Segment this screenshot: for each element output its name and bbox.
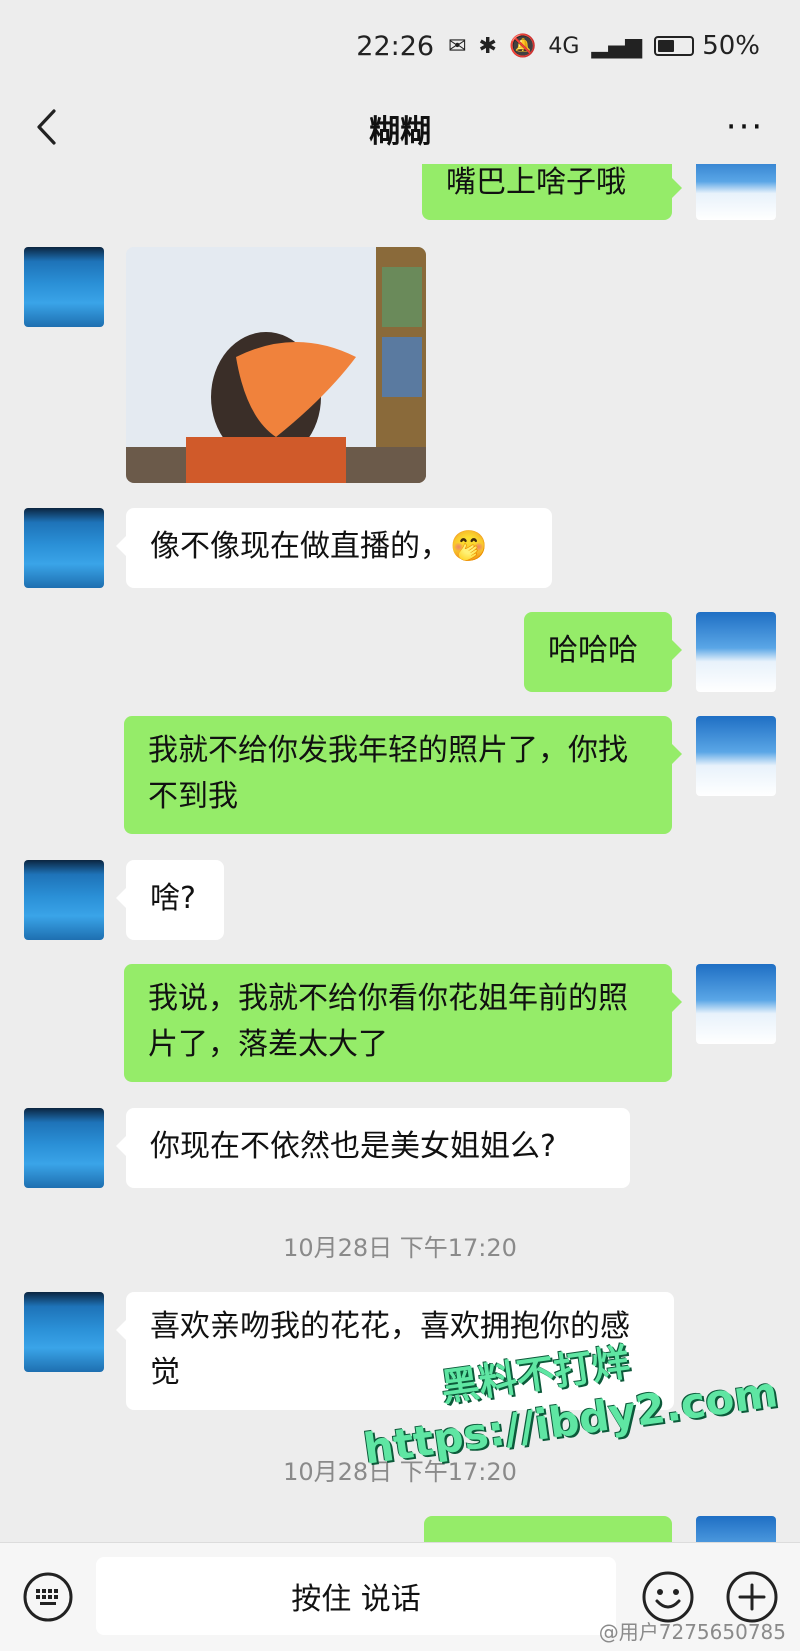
message-bubble-sent[interactable]: 我说，我就不给你看你花姐年前的照片了，落差太大了 [124,964,682,1082]
message-bubble-received[interactable]: 像不像现在做直播的，🤭 [116,508,552,588]
chat-messages[interactable]: 嘴巴上啥子哦 像不像现在做直播的，🤭 哈哈哈 我就不给你发我年轻的照片了，你找不… [0,164,800,1542]
message-text: 我说，我就不给你看你花姐年前的照片了，落差太大了 [148,981,628,1062]
keyboard-icon [23,1572,73,1622]
bluetooth-icon: ✱ [478,33,497,59]
message-text: 哈哈哈 [548,633,638,668]
message-bubble-sent[interactable]: 我就不给你发我年轻的照片了，你找不到我 [124,716,682,834]
more-button[interactable]: ··· [720,102,770,152]
message-bubble-sent[interactable] [424,1516,672,1542]
hold-to-talk-button[interactable]: 按住 说话 [96,1557,616,1635]
photo-image [126,247,426,483]
message-bubble-sent[interactable]: 哈哈哈 [524,612,682,692]
my-avatar[interactable] [696,612,776,692]
my-avatar[interactable] [696,164,776,220]
message-text: 啥? [150,881,196,916]
battery-fill [658,40,675,52]
message-bubble-received[interactable]: 你现在不依然也是美女姐姐么? [116,1108,630,1188]
message-bubble-received[interactable]: 喜欢亲吻我的花花，喜欢拥抱你的感觉 [116,1292,674,1410]
contact-avatar[interactable] [24,1108,104,1188]
contact-avatar[interactable] [24,1292,104,1372]
my-avatar[interactable] [696,964,776,1044]
signal-label: 4G [548,33,580,59]
message-timestamp: 10月28日 下午17:20 [283,1234,517,1262]
message-photo[interactable] [126,247,426,483]
message-bubble-received[interactable]: 啥? [116,860,224,940]
notification-icon: ✉ [448,33,467,59]
input-bar: 按住 说话 @用户7275650785 [0,1542,800,1651]
message-text: 我就不给你发我年轻的照片了，你找不到我 [148,733,628,814]
weibo-credit: @用户7275650785 [598,1620,786,1644]
battery-percent: 50% [702,31,760,61]
my-avatar[interactable] [696,716,776,796]
mute-icon: 🔕 [508,33,537,59]
message-text: 喜欢亲吻我的花花，喜欢拥抱你的感觉 [150,1309,630,1390]
battery-indicator: 50% [654,31,760,61]
chat-header: 糊糊 ··· [0,92,800,164]
chevron-left-icon [37,109,56,145]
battery-icon [654,36,695,56]
signal-icon: ▂▄▆ [591,33,643,59]
status-bar: 22:26 ✉ ✱ 🔕 4G ▂▄▆ 50% [0,0,800,92]
message-bubble-sent[interactable]: 嘴巴上啥子哦 [422,164,682,220]
more-icon: ··· [725,107,765,147]
status-time: 22:26 [356,30,435,62]
contact-avatar[interactable] [24,860,104,940]
chat-title: 糊糊 [369,113,431,150]
status-icons: ✉ ✱ 🔕 4G ▂▄▆ [448,34,642,59]
message-text: 嘴巴上啥子哦 [446,165,626,200]
contact-avatar[interactable] [24,508,104,588]
message-text: 像不像现在做直播的，🤭 [150,529,488,564]
contact-avatar[interactable] [24,247,104,327]
my-avatar[interactable] [696,1516,776,1542]
keyboard-toggle-button[interactable] [22,1571,74,1623]
hold-to-talk-label: 按住 说话 [291,1582,421,1617]
message-text: 你现在不依然也是美女姐姐么? [150,1129,556,1164]
back-button[interactable] [26,102,66,152]
message-timestamp: 10月28日 下午17:20 [283,1458,517,1486]
